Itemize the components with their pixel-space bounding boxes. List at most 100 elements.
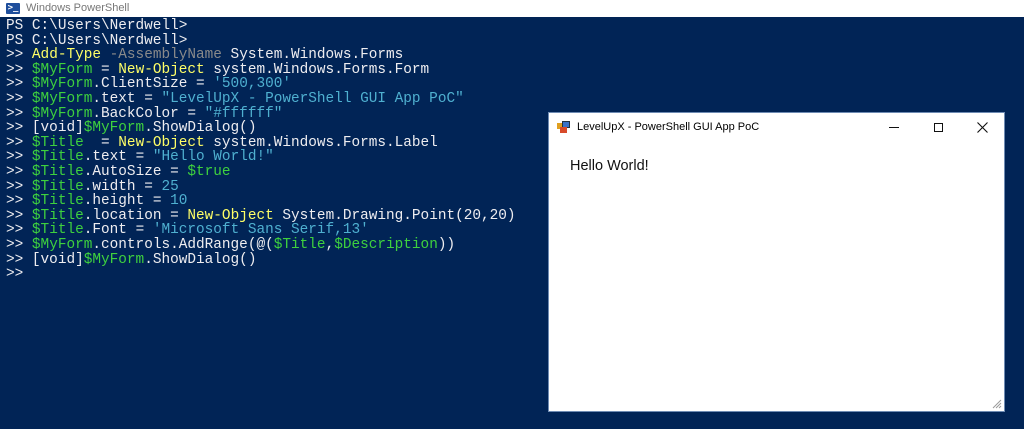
console-token: system.Windows.Forms.Label [204,134,438,151]
console-token: .Font = [83,222,153,239]
console-token: )) [437,236,456,253]
console-line: PS C:\Users\Nerdwell> [6,32,516,49]
console-token: New-Object [187,207,274,224]
console-token: >> [6,222,32,239]
form-client-area: Hello World! [549,141,1004,411]
console-token: '500,300' [213,76,292,93]
console-token: New-Object [118,61,205,78]
console-token: "#ffffff" [204,105,283,122]
console-token: $Title [31,193,84,210]
close-icon [976,121,988,133]
console-line: >> $MyForm.controls.AddRange(@($Title,$D… [6,238,516,253]
console-token: $MyForm [31,105,93,122]
console-line: >> $MyForm.ClientSize = '500,300' [6,77,516,92]
console-token: New-Object [118,134,205,151]
console-line: >> $MyForm.BackColor = "#ffffff" [6,105,516,122]
console-output: PS C:\Users\Nerdwell> PS C:\Users\Nerdwel… [6,19,516,282]
console-token: = [92,61,119,78]
console-token: .ShowDialog() [144,120,257,137]
console-token: >> [6,76,32,93]
console-line: >> $Title.width = 25 [6,178,516,195]
console-token: .ShowDialog() [144,251,257,268]
console-token: $Title [31,207,84,224]
console-token: >> [6,90,32,107]
console-token: PS C:\Users\Nerdwell> [6,32,188,49]
console-token: >> [void] [6,120,84,137]
console-token: .BackColor = [92,105,205,122]
console-line: >> $Title.height = 10 [6,194,516,209]
console-token: >> [void] [6,251,84,268]
console-token: System.Drawing.Point(20,20) [273,207,516,224]
console-token: PS C:\Users\Nerdwell> [6,18,188,34]
console-token: .height = [83,193,171,210]
console-token: >> [6,149,32,166]
console-token: $MyForm [31,61,93,78]
console-token: $MyForm [83,251,145,268]
console-token: $MyForm [31,90,93,107]
console-line: >> $Title.AutoSize = $true [6,165,516,180]
console-token: >> [6,61,32,78]
console-token: $Description [334,236,438,253]
console-line: >> $MyForm = New-Object system.Windows.F… [6,61,516,78]
console-token: $Title [31,134,84,151]
resize-grip-icon[interactable] [991,398,1002,409]
console-token: 10 [170,193,188,210]
console-token: >> [6,207,32,224]
console-token: $Title [273,236,326,253]
console-token: >> [6,105,32,122]
powershell-title-bar[interactable]: >_ Windows PowerShell [0,0,1024,16]
form-app-icon [557,121,571,133]
console-token: .ClientSize = [92,76,214,93]
console-token: $Title [31,149,84,166]
console-line: >> [void]$MyForm.ShowDialog() [6,251,516,268]
console-token: .text = [83,149,153,166]
form-title-bar[interactable]: LevelUpX - PowerShell GUI App PoC [549,113,1004,141]
console-token: = [83,134,119,151]
console-token: >> [6,178,32,195]
console-token: .width = [83,178,162,195]
console-token: -AssemblyName [101,47,222,64]
console-token: $true [187,163,231,180]
console-token: "LevelUpX - PowerShell GUI App PoC" [161,90,464,107]
console-token: system.Windows.Forms.Form [204,61,430,78]
console-token: .text = [92,90,162,107]
minimize-icon [889,126,899,128]
console-token: .controls.AddRange(@( [92,236,274,253]
minimize-button[interactable] [872,113,916,141]
maximize-icon [933,122,943,132]
console-token: $Title [31,163,84,180]
console-token: System.Windows.Forms [221,47,404,64]
console-line: >> $MyForm.text = "LevelUpX - PowerShell… [6,92,516,107]
console-token: >> [6,47,32,64]
hello-label: Hello World! [570,158,649,174]
console-line: >> [6,267,516,282]
console-token: $MyForm [31,236,93,253]
console-token: >> [6,236,32,253]
close-button[interactable] [960,113,1004,141]
console-token: 'Microsoft Sans Serif,13' [152,222,369,239]
console-line: >> [void]$MyForm.ShowDialog() [6,121,516,136]
powershell-icon: >_ [6,2,20,14]
console-line: >> Add-Type -AssemblyName System.Windows… [6,48,516,63]
console-line: >> $Title.Font = 'Microsoft Sans Serif,1… [6,223,516,238]
maximize-button[interactable] [916,113,960,141]
console-token: .AutoSize = [83,163,188,180]
console-token: $Title [31,222,84,239]
console-line: >> $Title.location = New-Object System.D… [6,207,516,224]
console-token: .location = [83,207,188,224]
console-token: , [325,236,335,253]
console-token: >> [6,266,24,283]
console-line: >> $Title = New-Object system.Windows.Fo… [6,134,516,151]
console-token: $MyForm [83,120,145,137]
form-window[interactable]: LevelUpX - PowerShell GUI App PoC Hello … [548,112,1005,412]
console-token: $MyForm [31,76,93,93]
console-token: >> [6,163,32,180]
console-token: >> [6,193,32,210]
console-line: >> $Title.text = "Hello World!" [6,150,516,165]
powershell-window-title: Windows PowerShell [26,2,130,14]
console-token: 25 [161,178,179,195]
console-token: "Hello World!" [152,149,274,166]
console-token: $Title [31,178,84,195]
console-token: >> [6,134,32,151]
console-line: PS C:\Users\Nerdwell> [6,19,516,34]
